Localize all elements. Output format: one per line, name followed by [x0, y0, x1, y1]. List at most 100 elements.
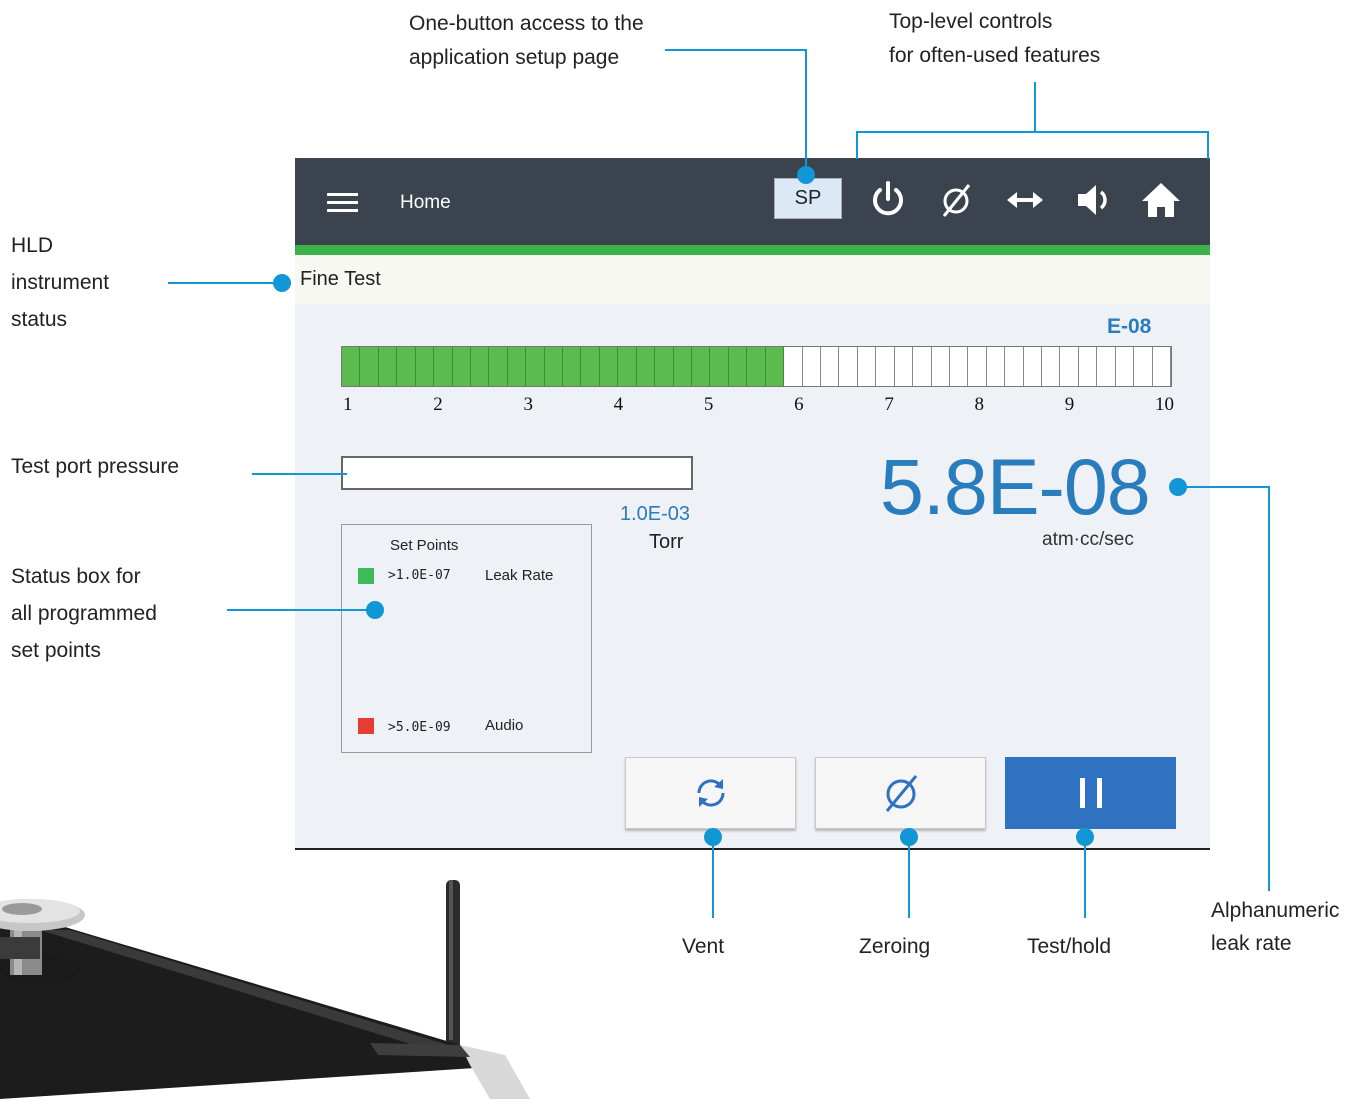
bargraph-tick-label: 2 [433, 394, 443, 415]
bargraph-segment [1042, 347, 1061, 386]
bargraph-segment [618, 347, 637, 386]
bargraph-segment [452, 347, 471, 386]
bargraph-exponent: E-08 [1107, 315, 1152, 338]
detector-device-illustration [0, 880, 530, 1099]
set-points-box[interactable]: Set Points >1.0E-07 Leak Rate >5.0E-09 A… [341, 524, 592, 753]
callout-dot [797, 166, 815, 184]
pressure-value: 1.0E-03 [620, 503, 691, 525]
bargraph-segment [415, 347, 435, 386]
bargraph-segment [728, 347, 748, 386]
bargraph-segment [950, 347, 969, 386]
setup-page-button[interactable]: SP [774, 178, 842, 219]
page-title: Home [400, 192, 451, 213]
pressure-unit: Torr [649, 531, 684, 553]
bargraph-segment [397, 347, 416, 386]
bargraph-segment [803, 347, 821, 386]
callout-line [805, 49, 807, 175]
bargraph-segment [932, 347, 950, 386]
callout-zeroing: Zeroing [859, 935, 931, 958]
bargraph-segment [692, 347, 711, 386]
bargraph-tick-label: 7 [884, 394, 894, 415]
bargraph-tick-label: 9 [1064, 394, 1075, 415]
bargraph-segment [1079, 347, 1098, 386]
speaker-icon[interactable] [1074, 180, 1114, 220]
bargraph-segment [987, 347, 1006, 386]
bargraph-segment [489, 347, 508, 386]
set-points-title: Set Points [390, 537, 459, 554]
bargraph-segment [655, 347, 674, 386]
power-icon[interactable] [868, 180, 908, 220]
bargraph-segment [673, 347, 693, 386]
bargraph-segment [360, 347, 379, 386]
set-point-label: Audio [485, 717, 524, 734]
bargraph-segment [784, 347, 803, 386]
bargraph-segment [342, 347, 361, 386]
bargraph-segment [858, 347, 877, 386]
top-bar: Home SP [295, 158, 1210, 245]
callout-line [1207, 131, 1209, 159]
leak-rate-bargraph [341, 346, 1172, 387]
bargraph-tick-label: 6 [794, 394, 804, 415]
callout-line [1268, 486, 1270, 891]
instrument-screen: Home SP Fine Test E-08 1 2 3 4 5 6 7 8 9 10 1.0E-… [295, 158, 1210, 848]
bargraph-segment [765, 347, 785, 386]
callout-line [1084, 842, 1086, 918]
set-point-threshold: >1.0E-07 [388, 568, 451, 583]
pause-icon [1079, 778, 1102, 808]
vent-button[interactable] [625, 757, 796, 829]
screen-bottom-edge [295, 848, 1210, 850]
bargraph-segment [563, 347, 582, 386]
bargraph-segment [1060, 347, 1079, 386]
leak-rate-value: 5.8E-08 [880, 442, 1151, 531]
home-icon[interactable] [1141, 180, 1181, 220]
callout-line [1180, 486, 1270, 488]
bargraph-segment [581, 347, 600, 386]
bargraph-segment [636, 347, 656, 386]
callout-line [168, 282, 280, 284]
callout-dot [273, 274, 291, 292]
port-pressure-bar [341, 456, 693, 490]
callout-setup-page: One-button access to the application set… [409, 12, 644, 69]
bargraph-segment [544, 347, 564, 386]
bargraph-segment [747, 347, 766, 386]
zero-button[interactable] [815, 757, 986, 829]
vent-icon [696, 779, 725, 807]
callout-dot [366, 601, 384, 619]
callout-line [712, 842, 714, 918]
bargraph-segment [1005, 347, 1024, 386]
callout-line [856, 131, 1209, 133]
test-hold-button[interactable] [1005, 757, 1176, 829]
callout-test-hold: Test/hold [1027, 935, 1112, 958]
set-point-threshold: >5.0E-09 [388, 720, 451, 735]
set-point-swatch [358, 718, 374, 734]
bargraph-segment [821, 347, 840, 386]
bargraph-segment [1097, 347, 1116, 386]
bargraph-segment [839, 347, 858, 386]
callout-line [227, 609, 373, 611]
bargraph-segment [913, 347, 932, 386]
bargraph-tick-label: 5 [703, 394, 714, 415]
callout-line [665, 49, 807, 51]
zero-icon [885, 775, 917, 812]
bargraph-segment [434, 347, 453, 386]
bargraph-segment [1134, 347, 1153, 386]
bargraph-segment [470, 347, 490, 386]
bargraph-tick-label: 10 [1155, 394, 1174, 415]
menu-icon[interactable] [327, 193, 358, 213]
bargraph-segment [876, 347, 895, 386]
status-strip [295, 245, 1210, 255]
callout-leak-rate: Alphanumeric leak rate [1211, 899, 1340, 955]
bargraph-segment [599, 347, 619, 386]
zero-icon[interactable] [936, 180, 976, 220]
leak-rate-unit: atm·cc/sec [1042, 529, 1134, 550]
bargraph-segment [710, 347, 729, 386]
callout-hld-status: HLD instrument status [11, 234, 110, 331]
bargraph-tick-label: 1 [343, 394, 353, 415]
callout-line [1034, 82, 1036, 132]
instrument-status: Fine Test [300, 268, 381, 290]
bargraph-tick-label: 3 [523, 394, 533, 415]
bargraph-segment [968, 347, 987, 386]
arrows-horizontal-icon[interactable] [1005, 180, 1045, 220]
bargraph-tick-label: 8 [974, 394, 985, 415]
bargraph-segment [1153, 347, 1171, 386]
